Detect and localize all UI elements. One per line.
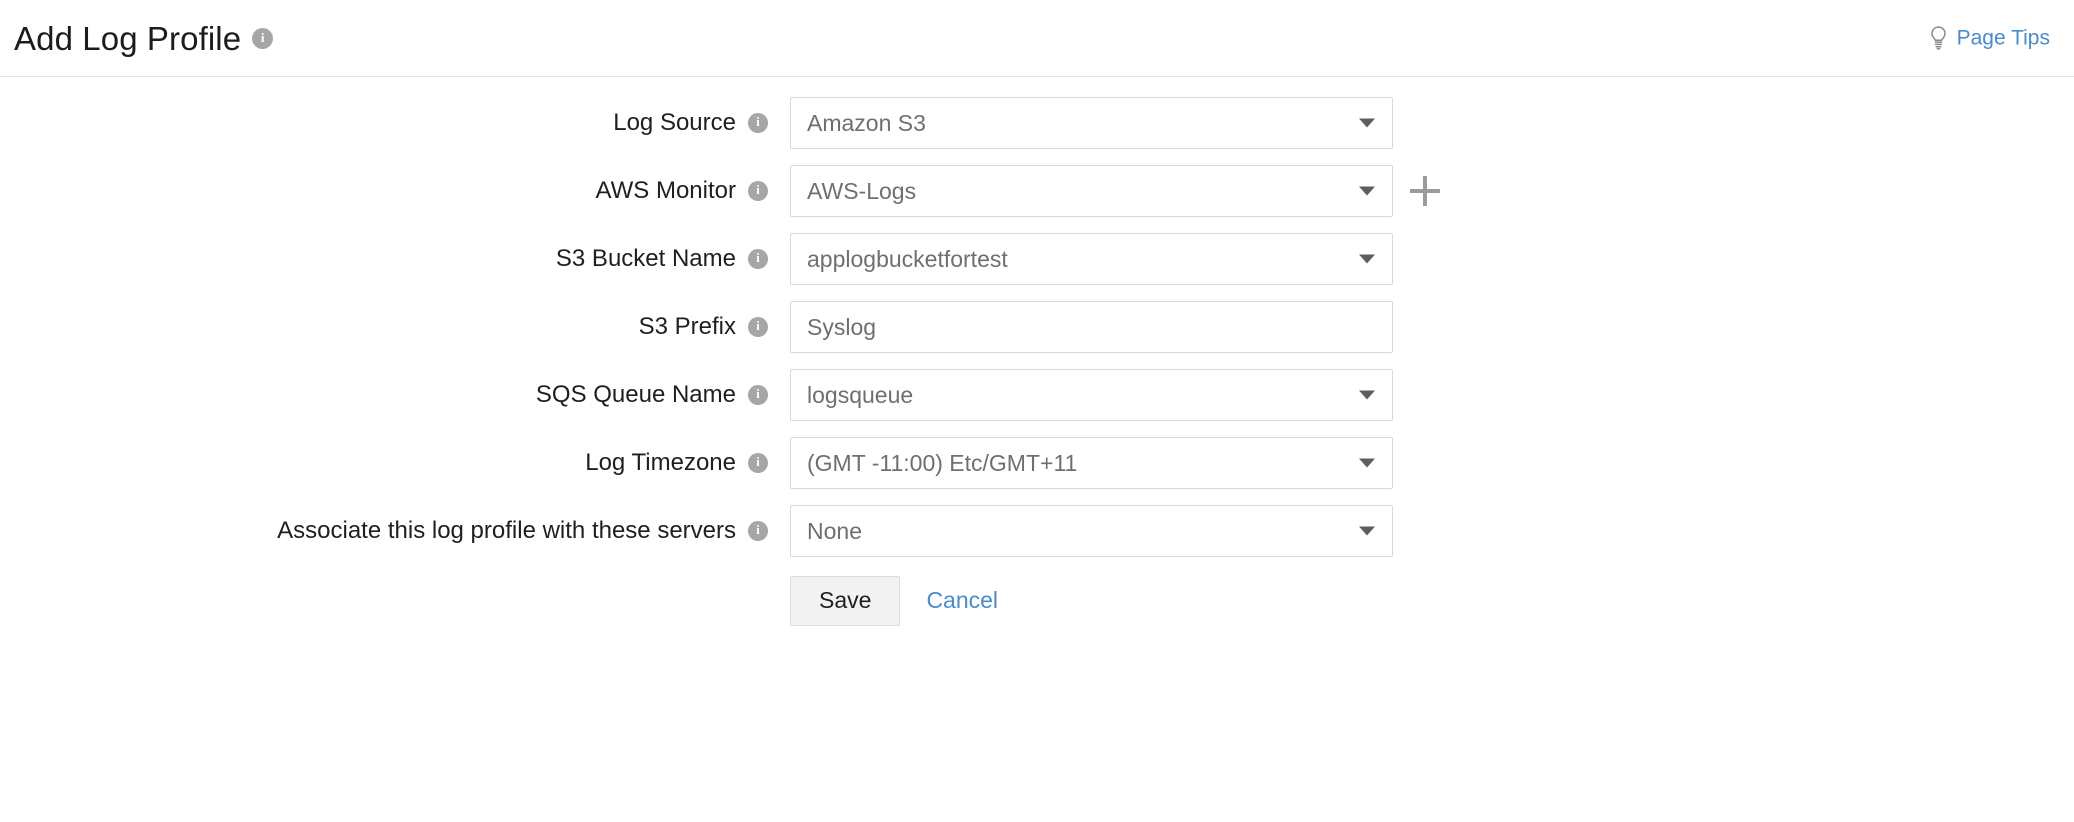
info-icon-log-timezone[interactable]: i	[748, 453, 768, 473]
field-wrap-log-source: Amazon S3	[790, 97, 1393, 149]
form-actions: Save Cancel	[0, 565, 2074, 637]
info-icon-log-source[interactable]: i	[748, 113, 768, 133]
dropdown-log-source[interactable]: Amazon S3	[790, 97, 1393, 149]
info-icon-s3-prefix[interactable]: i	[748, 317, 768, 337]
label-s3-prefix: S3 Prefix	[639, 313, 736, 341]
chevron-down-icon	[1359, 391, 1375, 400]
label-group-aws-monitor: AWS Monitor i	[0, 177, 790, 205]
s3-prefix-input[interactable]: Syslog	[790, 301, 1393, 353]
info-icon-s3-bucket-name[interactable]: i	[748, 249, 768, 269]
field-wrap-log-timezone: (GMT -11:00) Etc/GMT+11	[790, 437, 1393, 489]
label-group-log-source: Log Source i	[0, 109, 790, 137]
label-group-log-timezone: Log Timezone i	[0, 449, 790, 477]
label-group-sqs-queue-name: SQS Queue Name i	[0, 381, 790, 409]
form-row-sqs-queue-name: SQS Queue Name i logsqueue	[0, 361, 2074, 429]
form-row-aws-monitor: AWS Monitor i AWS-Logs	[0, 157, 2074, 225]
dropdown-sqs-queue-name[interactable]: logsqueue	[790, 369, 1393, 421]
label-aws-monitor: AWS Monitor	[596, 177, 736, 205]
dropdown-value-sqs-queue-name: logsqueue	[807, 382, 913, 409]
lightbulb-icon	[1928, 26, 1949, 51]
chevron-down-icon	[1359, 527, 1375, 536]
info-icon-aws-monitor[interactable]: i	[748, 181, 768, 201]
page-title: Add Log Profile	[14, 22, 241, 55]
chevron-down-icon	[1359, 119, 1375, 128]
info-icon-sqs-queue-name[interactable]: i	[748, 385, 768, 405]
dropdown-value-associate-servers: None	[807, 518, 862, 545]
label-sqs-queue-name: SQS Queue Name	[536, 381, 736, 409]
label-group-associate-servers: Associate this log profile with these se…	[0, 517, 790, 545]
label-associate-servers: Associate this log profile with these se…	[277, 517, 736, 545]
field-wrap-sqs-queue-name: logsqueue	[790, 369, 1393, 421]
log-profile-form: Log Source i Amazon S3 AWS Monitor i AWS…	[0, 77, 2074, 637]
save-button[interactable]: Save	[790, 576, 900, 625]
dropdown-log-timezone[interactable]: (GMT -11:00) Etc/GMT+11	[790, 437, 1393, 489]
form-row-log-timezone: Log Timezone i (GMT -11:00) Etc/GMT+11	[0, 429, 2074, 497]
page-title-info-icon[interactable]: i	[252, 28, 273, 49]
dropdown-value-s3-bucket-name: applogbucketfortest	[807, 246, 1008, 273]
dropdown-associate-servers[interactable]: None	[790, 505, 1393, 557]
plus-icon[interactable]	[1410, 176, 1440, 206]
s3-prefix-value: Syslog	[807, 314, 876, 341]
dropdown-aws-monitor[interactable]: AWS-Logs	[790, 165, 1393, 217]
dropdown-value-log-source: Amazon S3	[807, 110, 926, 137]
form-row-s3-prefix: S3 Prefix i Syslog	[0, 293, 2074, 361]
chevron-down-icon	[1359, 255, 1375, 264]
form-row-s3-bucket-name: S3 Bucket Name i applogbucketfortest	[0, 225, 2074, 293]
field-wrap-associate-servers: None	[790, 505, 1393, 557]
form-row-associate-servers: Associate this log profile with these se…	[0, 497, 2074, 565]
page-tips-label: Page Tips	[1957, 26, 2050, 50]
page-tips-link[interactable]: Page Tips	[1928, 26, 2050, 51]
label-s3-bucket-name: S3 Bucket Name	[556, 245, 736, 273]
form-row-log-source: Log Source i Amazon S3	[0, 89, 2074, 157]
field-wrap-aws-monitor: AWS-Logs	[790, 165, 1393, 217]
info-icon-associate-servers[interactable]: i	[748, 521, 768, 541]
cancel-button[interactable]: Cancel	[926, 587, 998, 614]
label-log-source: Log Source	[613, 109, 736, 137]
dropdown-value-aws-monitor: AWS-Logs	[807, 178, 916, 205]
dropdown-value-log-timezone: (GMT -11:00) Etc/GMT+11	[807, 450, 1077, 477]
page-title-group: Add Log Profile i	[14, 22, 273, 55]
chevron-down-icon	[1359, 187, 1375, 196]
field-wrap-s3-bucket-name: applogbucketfortest	[790, 233, 1393, 285]
label-group-s3-bucket-name: S3 Bucket Name i	[0, 245, 790, 273]
chevron-down-icon	[1359, 459, 1375, 468]
action-buttons: Save Cancel	[790, 576, 998, 625]
field-wrap-s3-prefix: Syslog	[790, 301, 1393, 353]
page-header: Add Log Profile i Page Tips	[0, 0, 2074, 77]
dropdown-s3-bucket-name[interactable]: applogbucketfortest	[790, 233, 1393, 285]
label-log-timezone: Log Timezone	[585, 449, 736, 477]
label-group-s3-prefix: S3 Prefix i	[0, 313, 790, 341]
